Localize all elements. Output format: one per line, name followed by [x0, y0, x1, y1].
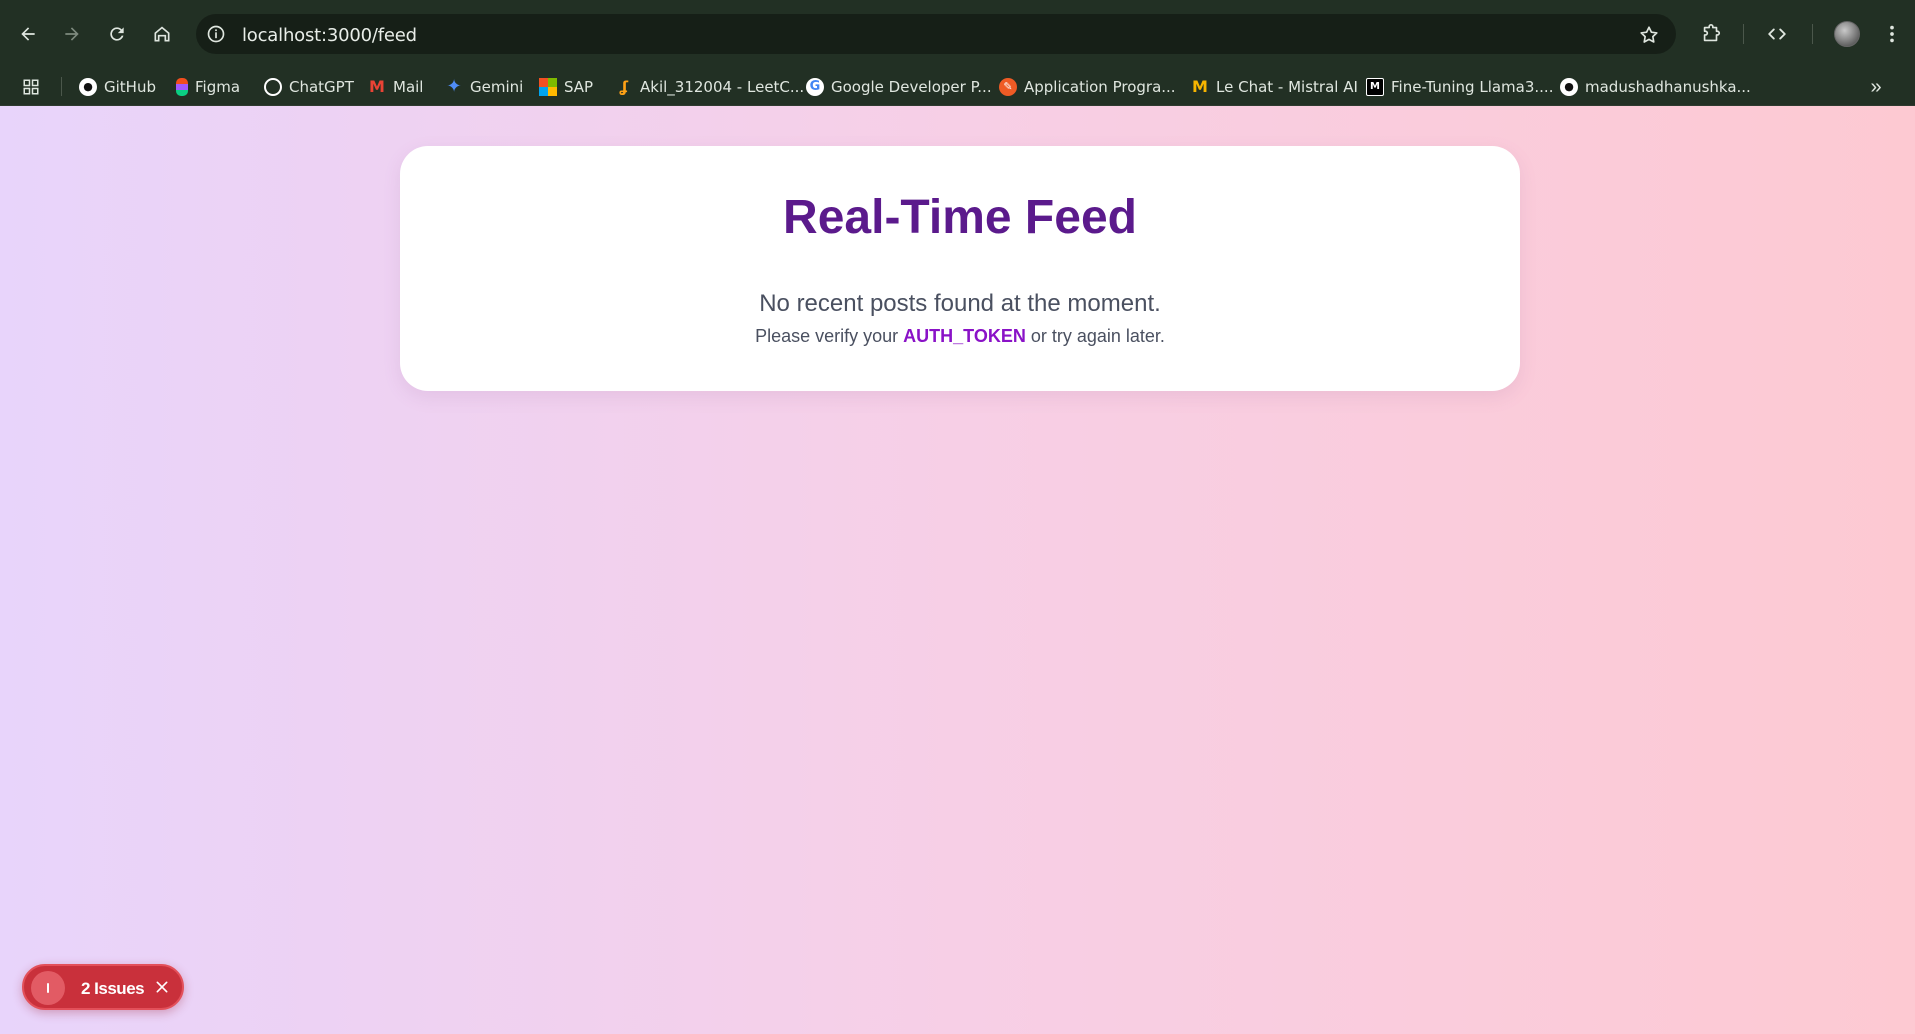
more-bookmarks-chevron-icon[interactable]: » [1864, 75, 1888, 99]
bookmark-label: Google Developer P... [831, 77, 992, 96]
issues-indicator-icon [31, 971, 65, 1005]
chatgpt-icon [264, 77, 282, 96]
forward-button[interactable] [56, 18, 88, 50]
site-info-icon[interactable] [206, 24, 226, 44]
bookmark-leetcode[interactable]: ʆ Akil_312004 - LeetC... [615, 67, 804, 106]
browser-toolbar: localhost:3000/feed [0, 0, 1915, 67]
home-button[interactable] [146, 18, 178, 50]
url-text[interactable]: localhost:3000/feed [242, 25, 417, 46]
bookmark-star-icon[interactable] [1638, 24, 1660, 46]
bookmark-fine-tuning[interactable]: M Fine-Tuning Llama3.... [1366, 67, 1553, 106]
bookmark-chatgpt[interactable]: ChatGPT [264, 67, 354, 106]
browser-menu-button[interactable] [1876, 18, 1908, 50]
hint-suffix: or try again later. [1025, 326, 1165, 346]
bookmark-application-programming[interactable]: ✎ Application Progra... [999, 67, 1176, 106]
gemini-icon: ✦ [446, 76, 462, 97]
bookmark-google-developer[interactable]: G Google Developer P... [806, 67, 992, 106]
bookmarks-divider [61, 77, 62, 96]
bookmark-label: Gemini [470, 77, 524, 96]
bookmark-label: ChatGPT [289, 77, 354, 96]
bookmark-label: Mail [393, 77, 424, 96]
bookmark-sap[interactable]: SAP [539, 67, 593, 106]
google-icon: G [806, 77, 824, 96]
feed-card: Real-Time Feed No recent posts found at … [400, 146, 1520, 391]
figma-icon [176, 77, 188, 96]
postman-icon: ✎ [999, 77, 1017, 96]
microsoft-icon [539, 77, 557, 96]
auth-token-label: AUTH_TOKEN [903, 326, 1026, 346]
code-icon [1768, 28, 1786, 40]
bookmark-label: GitHub [104, 77, 156, 96]
page-viewport: Real-Time Feed No recent posts found at … [0, 106, 1915, 1034]
address-bar[interactable]: localhost:3000/feed [196, 14, 1676, 54]
empty-feed-message: No recent posts found at the moment. [759, 290, 1161, 317]
reload-button[interactable] [101, 18, 133, 50]
bookmark-mail[interactable]: M Mail [368, 67, 423, 106]
issues-count-label[interactable]: 2 Issues [81, 979, 145, 999]
bookmark-label: Le Chat - Mistral AI [1216, 77, 1358, 96]
bookmark-figma[interactable]: Figma [176, 67, 240, 106]
medium-icon: M [1366, 77, 1384, 96]
devtools-button[interactable] [1761, 18, 1793, 50]
bookmark-gemini[interactable]: ✦ Gemini [445, 67, 523, 106]
apps-grid-icon[interactable] [22, 78, 40, 96]
hint-prefix: Please verify your [755, 326, 904, 346]
home-icon [154, 26, 170, 42]
bookmark-label: madushadhanushka... [1585, 77, 1751, 96]
bookmark-madushadhanushka[interactable]: ● madushadhanushka... [1560, 67, 1751, 106]
issues-badge[interactable]: 2 Issues [22, 964, 184, 1010]
toolbar-divider [1743, 24, 1744, 44]
bookmark-label: SAP [564, 77, 594, 96]
bookmark-label: Fine-Tuning Llama3.... [1391, 77, 1554, 96]
profile-avatar[interactable] [1834, 21, 1860, 47]
bookmark-label: Application Progra... [1024, 77, 1176, 96]
gmail-icon: M [369, 77, 385, 96]
more-vertical-icon [1890, 25, 1894, 43]
arrow-left-icon [21, 27, 35, 41]
empty-feed-hint: Please verify your AUTH_TOKEN or try aga… [400, 326, 1520, 347]
leetcode-icon: ʆ [619, 77, 629, 96]
github-icon: ● [79, 77, 97, 96]
page-title: Real-Time Feed [783, 191, 1137, 244]
arrow-right-icon [65, 27, 79, 41]
toolbar-divider [1812, 24, 1813, 44]
bookmarks-bar: ● GitHub Figma ChatGPT M Mail ✦ Gemini S… [0, 67, 1915, 106]
bookmark-label: Akil_312004 - LeetC... [640, 77, 805, 96]
github-icon: ● [1560, 77, 1578, 96]
bookmark-le-chat[interactable]: M Le Chat - Mistral AI [1191, 67, 1358, 106]
close-icon[interactable] [152, 977, 172, 997]
extensions-button[interactable] [1695, 18, 1727, 50]
puzzle-icon [1703, 24, 1721, 42]
back-button[interactable] [12, 18, 44, 50]
bookmark-github[interactable]: ● GitHub [79, 67, 156, 106]
mistral-icon: M [1192, 77, 1208, 96]
reload-icon [110, 27, 124, 41]
bookmark-label: Figma [195, 77, 241, 96]
